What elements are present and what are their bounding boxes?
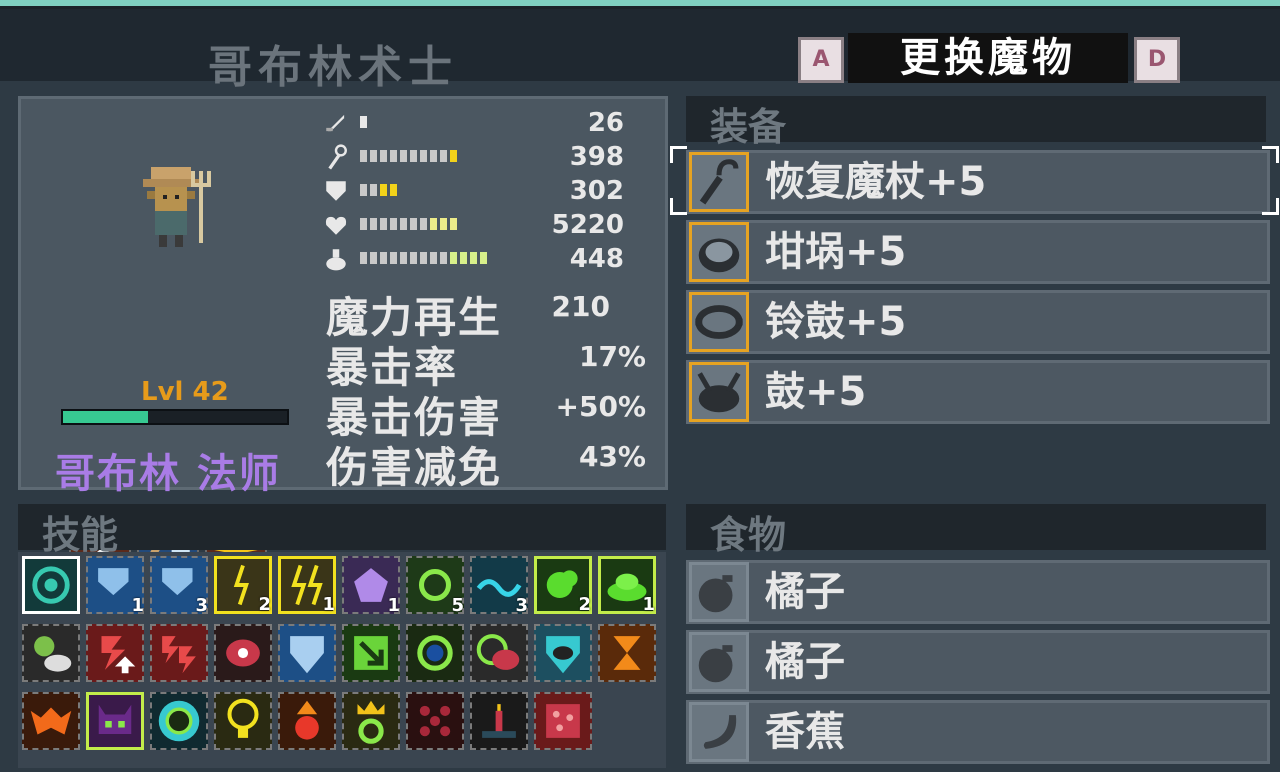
- skill-hourglass-icon[interactable]: [598, 624, 656, 682]
- skill-ring-icon[interactable]: [406, 624, 464, 682]
- skill-green-arrow-icon[interactable]: [342, 624, 400, 682]
- page-title: 哥布林术士: [208, 42, 458, 93]
- equipment-name: 鼓+5: [765, 369, 867, 415]
- stat-value: 43%: [578, 440, 646, 473]
- selection-corner: [670, 198, 687, 215]
- shield-icon: [326, 181, 346, 201]
- food-header: 食物: [686, 504, 1266, 557]
- selection-corner: [1262, 198, 1279, 215]
- cauldron-icon: [689, 222, 749, 282]
- food-name: 橘子: [765, 639, 845, 685]
- stat-row-defense: 302: [322, 176, 644, 206]
- skill-meat-icon[interactable]: [534, 692, 592, 750]
- stat-value: 17%: [578, 340, 646, 373]
- orange-icon: [689, 632, 749, 692]
- skill-wave-icon[interactable]: 3: [470, 556, 528, 616]
- drum-icon: [689, 362, 749, 422]
- skills-header-label: 技能: [42, 513, 119, 557]
- flask-icon: [326, 249, 346, 271]
- skill-pentagon-icon[interactable]: 1: [342, 556, 400, 616]
- skill-dots-icon[interactable]: [406, 692, 464, 750]
- stat-mana-value: 448: [569, 244, 624, 274]
- heart-icon: [325, 216, 347, 235]
- skill-portal-icon[interactable]: [150, 692, 208, 750]
- stat-crit-damage: 暴击伤害 +50%: [326, 384, 646, 442]
- stat-damage-reduction: 伤害减免 43%: [326, 434, 646, 492]
- change-monster-button[interactable]: 更换魔物: [848, 33, 1128, 83]
- goblin-mage-sprite: [143, 167, 211, 247]
- stat-defense-value: 302: [569, 176, 624, 206]
- skill-poison-cloud-icon[interactable]: 2: [534, 556, 592, 615]
- equipment-header-label: 装备: [710, 105, 787, 149]
- equipment-name: 铃鼓+5: [765, 299, 907, 345]
- monster-level: Lvl 42: [141, 377, 229, 407]
- xp-bar-fill: [63, 411, 149, 423]
- staff-icon: [328, 144, 347, 170]
- stat-magic-value: 398: [569, 142, 624, 172]
- skill-lightbulb-icon[interactable]: [214, 692, 272, 750]
- banana-icon: [689, 702, 749, 762]
- stat-value: +50%: [555, 390, 646, 423]
- skill-fire-gem-icon[interactable]: [278, 692, 336, 750]
- stat-row-health: 5220: [322, 210, 644, 240]
- selection-corner: [670, 146, 687, 163]
- equipment-slot-tambourine[interactable]: 铃鼓+5: [686, 290, 1270, 354]
- staff-icon: [689, 152, 749, 212]
- skill-crystal-shield-icon[interactable]: [278, 624, 336, 682]
- skill-bolt-up-icon[interactable]: [86, 624, 144, 682]
- skill-double-bolt-icon[interactable]: [150, 624, 208, 682]
- tambourine-icon: [689, 292, 749, 352]
- skill-lightning-icon[interactable]: 2: [214, 556, 272, 615]
- skill-target-icon[interactable]: 5: [406, 556, 464, 616]
- stat-row-mana: 448: [322, 244, 644, 274]
- skill-vortex-icon[interactable]: [22, 556, 80, 614]
- title-bar: 哥布林术士 A 更换魔物 D: [0, 9, 1280, 93]
- skill-shield-swap-icon[interactable]: 1: [86, 556, 144, 616]
- equipment-slot-drum[interactable]: 鼓+5: [686, 360, 1270, 424]
- food-name: 香蕉: [765, 709, 845, 755]
- equipment-name: 坩埚+5: [765, 229, 907, 275]
- prev-monster-key[interactable]: A: [798, 37, 844, 83]
- skill-slime-icon[interactable]: 1: [598, 556, 656, 615]
- skill-fire-bat-icon[interactable]: [22, 692, 80, 750]
- top-strip: [0, 0, 1280, 9]
- selection-corner: [1262, 146, 1279, 163]
- skills-grid: 1 3 2 1 1 5 3 2 1: [18, 552, 666, 768]
- stat-row-magic: 398: [322, 142, 644, 172]
- monster-name: 哥布林 法师: [55, 451, 281, 497]
- stat-attack-value: 26: [587, 108, 624, 138]
- food-slot[interactable]: 橘子: [686, 560, 1270, 624]
- skill-shield-cauldron-icon[interactable]: [534, 624, 592, 682]
- equipment-slot-cauldron[interactable]: 坩埚+5: [686, 220, 1270, 284]
- stat-mana-regen: 魔力再生 210: [326, 284, 646, 342]
- skill-lightning-icon[interactable]: 1: [278, 556, 336, 615]
- food-slot[interactable]: 橘子: [686, 630, 1270, 694]
- orange-icon: [689, 562, 749, 622]
- stat-crit-rate: 暴击率 17%: [326, 334, 646, 392]
- skill-candle-icon[interactable]: [470, 692, 528, 750]
- sword-icon: [326, 114, 345, 132]
- skill-crown-ring-icon[interactable]: [342, 692, 400, 750]
- stat-label: 伤害减免: [326, 443, 503, 492]
- stat-value: 210: [551, 290, 610, 323]
- equipment-slot-staff[interactable]: 恢复魔杖+5: [686, 150, 1270, 214]
- stat-health-value: 5220: [551, 210, 624, 240]
- skill-goblin-icon[interactable]: [22, 624, 80, 682]
- skills-header: 技能: [18, 504, 666, 557]
- food-slot[interactable]: 香蕉: [686, 700, 1270, 764]
- skill-blood-orb-icon[interactable]: [470, 624, 528, 682]
- skill-demon-icon[interactable]: [86, 692, 144, 750]
- stat-row-attack: 26: [322, 108, 644, 138]
- food-header-label: 食物: [710, 513, 787, 557]
- skill-eye-icon[interactable]: [214, 624, 272, 682]
- xp-bar: [61, 409, 289, 425]
- next-monster-key[interactable]: D: [1134, 37, 1180, 83]
- equipment-name: 恢复魔杖+5: [765, 159, 987, 205]
- food-name: 橘子: [765, 569, 845, 615]
- equipment-header: 装备: [686, 96, 1266, 149]
- skill-shield-swap-icon[interactable]: 3: [150, 556, 208, 616]
